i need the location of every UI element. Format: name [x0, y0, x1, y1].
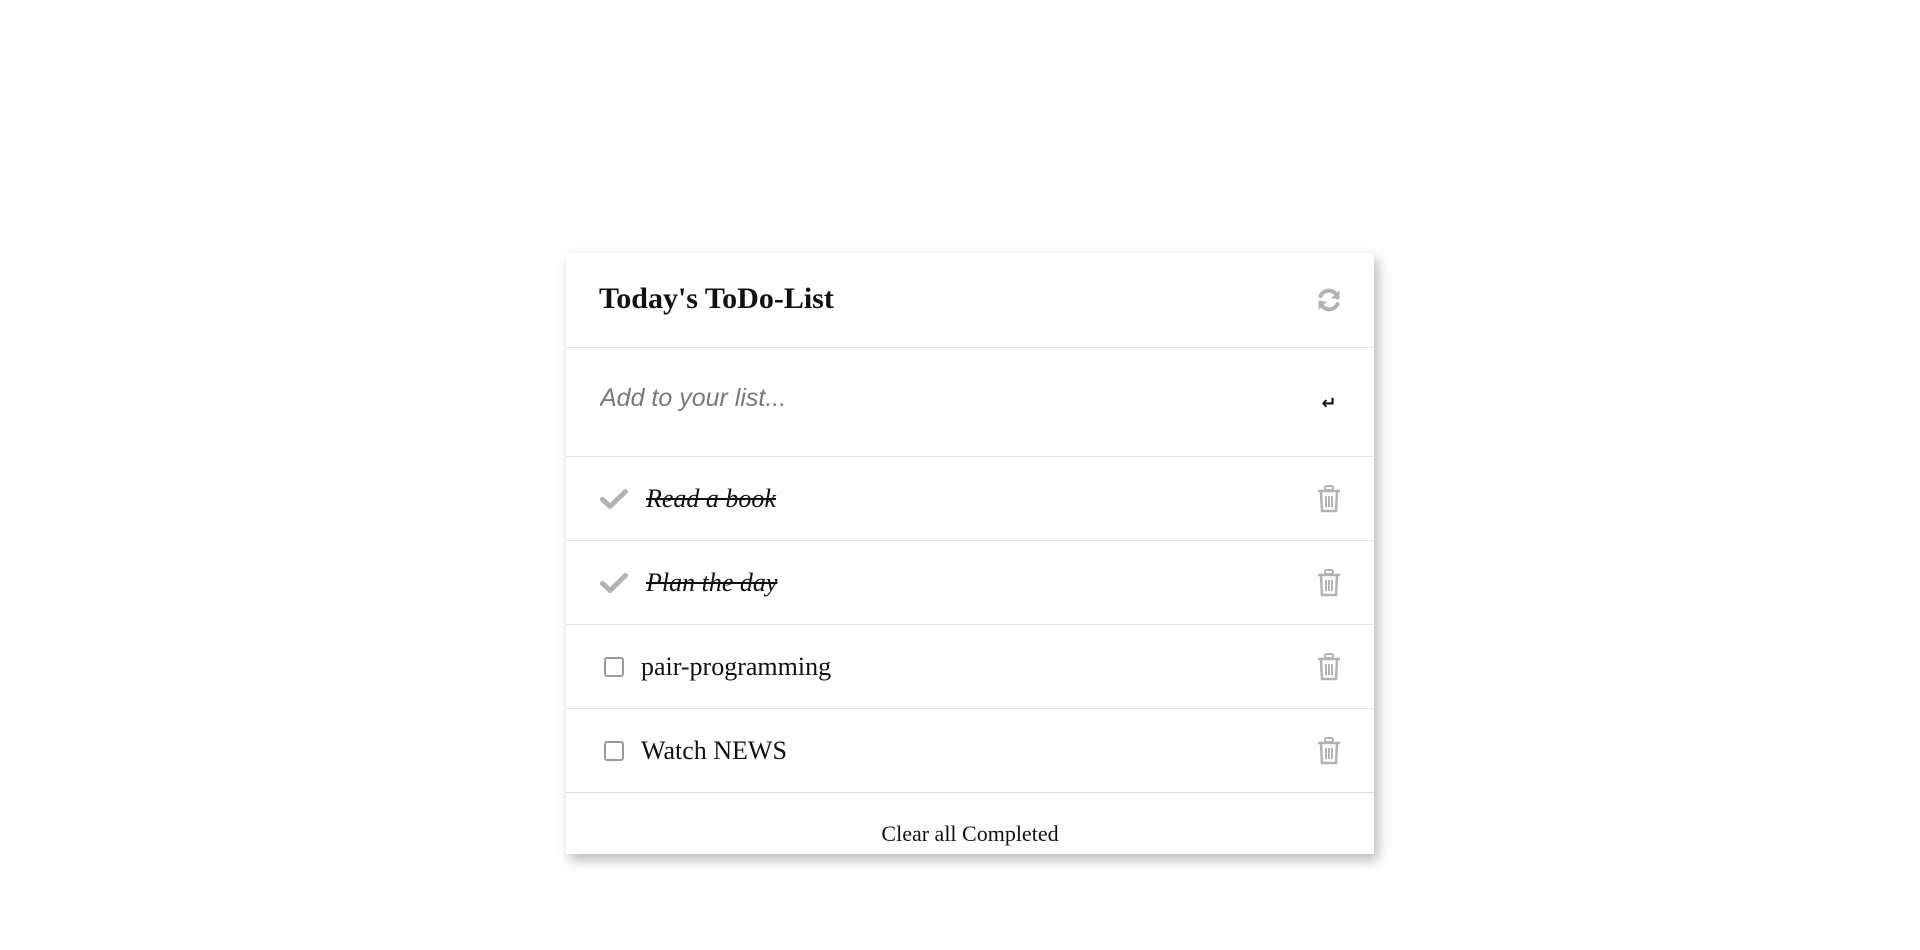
checkbox-empty-icon — [604, 656, 624, 677]
checkmark-icon[interactable] — [599, 568, 629, 598]
add-todo-input[interactable] — [600, 383, 1318, 413]
checkbox-empty-icon — [604, 740, 624, 761]
page-title: Today's ToDo-List — [599, 282, 834, 315]
refresh-icon[interactable] — [1314, 285, 1344, 315]
todo-text: Plan the day — [646, 567, 778, 597]
enter-icon[interactable]: ↵ — [1318, 392, 1340, 414]
trash-icon[interactable] — [1314, 652, 1344, 682]
todo-item: Plan the day — [566, 541, 1374, 625]
checkbox[interactable] — [599, 652, 629, 682]
todo-header: Today's ToDo-List — [566, 253, 1374, 348]
checkbox[interactable] — [599, 736, 629, 766]
trash-icon[interactable] — [1314, 736, 1344, 766]
clear-completed-button[interactable]: Clear all Completed — [881, 821, 1058, 847]
todo-item: Watch NEWS — [566, 709, 1374, 793]
todo-text: pair-programming — [641, 651, 832, 681]
todo-footer: Clear all Completed — [566, 793, 1374, 853]
todo-text: Read a book — [646, 483, 776, 513]
todo-list: Read a book Plan the day pair-programmin… — [566, 457, 1374, 793]
add-todo-row: ↵ — [566, 348, 1374, 457]
todo-card: Today's ToDo-List ↵ Read a book — [566, 253, 1374, 854]
todo-text: Watch NEWS — [641, 735, 787, 765]
trash-icon[interactable] — [1314, 568, 1344, 598]
checkmark-icon[interactable] — [599, 484, 629, 514]
todo-item: pair-programming — [566, 625, 1374, 709]
todo-item: Read a book — [566, 457, 1374, 541]
trash-icon[interactable] — [1314, 484, 1344, 514]
